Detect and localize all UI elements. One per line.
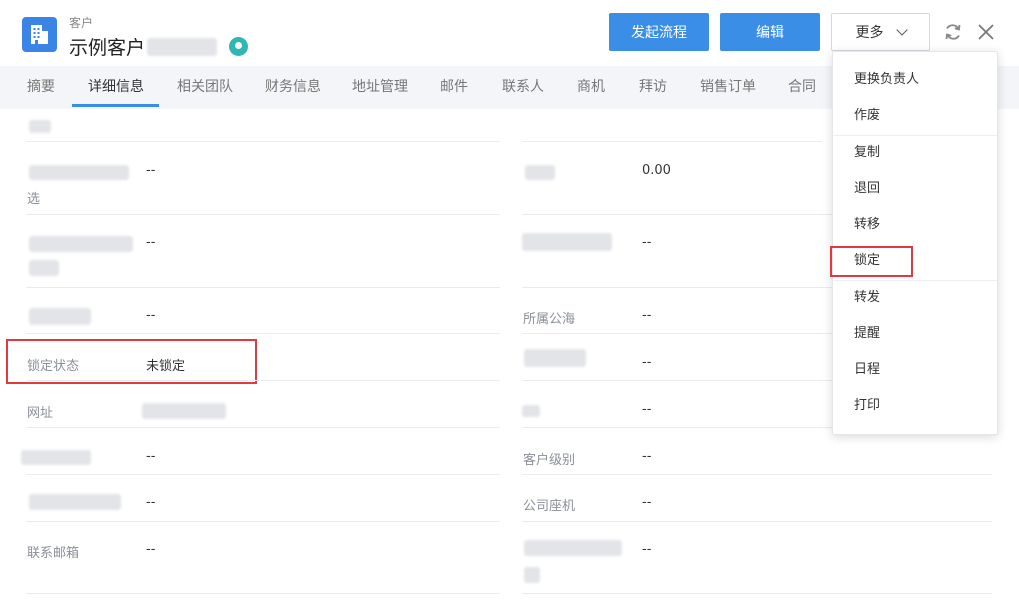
field-label: 选 xyxy=(27,192,41,207)
menu-item-transfer[interactable]: 转移 xyxy=(833,208,997,242)
field-value: -- xyxy=(146,308,156,323)
menu-item-void[interactable]: 作废 xyxy=(833,99,997,133)
chevron-down-icon xyxy=(895,24,908,36)
refresh-icon[interactable] xyxy=(943,22,963,42)
tab-contacts[interactable]: 联系人 xyxy=(502,66,544,109)
redacted-label xyxy=(522,405,540,417)
contact-email-label: 联系邮箱 xyxy=(27,546,80,561)
field-value: -- xyxy=(146,495,156,510)
building-icon xyxy=(22,17,57,52)
tab-visits[interactable]: 拜访 xyxy=(639,66,667,109)
menu-item-forward[interactable]: 转发 xyxy=(833,281,997,315)
redacted-title-suffix xyxy=(147,37,218,56)
title-row: 示例客户 xyxy=(69,33,249,60)
menu-item-reminder[interactable]: 提醒 xyxy=(833,317,997,351)
location-pin-icon[interactable] xyxy=(229,37,249,56)
field-value: -- xyxy=(642,542,652,557)
field-value: -- xyxy=(642,402,652,417)
object-type-label: 客户 xyxy=(69,16,94,30)
redacted-label xyxy=(21,450,91,465)
row-divider xyxy=(26,593,500,594)
tab-details[interactable]: 详细信息 xyxy=(88,66,144,109)
tab-contracts[interactable]: 合同 xyxy=(788,66,816,109)
tab-opportunities[interactable]: 商机 xyxy=(577,66,605,109)
contact-email-value: -- xyxy=(146,542,156,557)
redacted-label xyxy=(29,120,51,133)
menu-item-copy[interactable]: 复制 xyxy=(833,136,997,170)
row-divider xyxy=(522,474,992,475)
row-divider xyxy=(26,380,500,381)
row-divider xyxy=(522,593,992,594)
more-menu: 更换负责人 作废 复制 退回 转移 锁定 转发 提醒 日程 打印 xyxy=(830,51,998,435)
active-tab-indicator xyxy=(72,104,159,107)
redacted-website-value xyxy=(142,403,226,419)
company-phone-label: 公司座机 xyxy=(523,499,576,514)
row-divider xyxy=(26,214,500,215)
row-divider xyxy=(26,141,500,142)
start-flow-button[interactable]: 发起流程 xyxy=(609,13,709,51)
menu-item-return[interactable]: 退回 xyxy=(833,172,997,206)
lock-menu-highlight xyxy=(830,246,913,277)
tab-address[interactable]: 地址管理 xyxy=(352,66,408,109)
more-button-label: 更多 xyxy=(855,25,884,41)
row-divider xyxy=(26,474,500,475)
tab-related-team[interactable]: 相关团队 xyxy=(177,66,233,109)
website-label: 网址 xyxy=(27,406,54,421)
redacted-label xyxy=(29,494,121,510)
tab-summary[interactable]: 摘要 xyxy=(27,66,55,109)
row-divider xyxy=(26,427,500,428)
tab-email[interactable]: 邮件 xyxy=(440,66,468,109)
customer-level-label: 客户级别 xyxy=(523,453,576,468)
tab-finance[interactable]: 财务信息 xyxy=(265,66,321,109)
field-value: -- xyxy=(146,235,156,250)
menu-item-change-owner[interactable]: 更换负责人 xyxy=(833,63,997,97)
menu-item-print[interactable]: 打印 xyxy=(833,389,997,423)
row-divider xyxy=(522,521,992,522)
field-value: -- xyxy=(146,449,156,464)
record-title: 示例客户 xyxy=(69,37,146,59)
row-divider xyxy=(26,521,500,522)
redacted-label xyxy=(524,349,586,367)
more-button[interactable]: 更多 xyxy=(831,13,930,51)
field-value: 0.00 xyxy=(642,163,671,178)
redacted-label xyxy=(29,236,133,252)
public-sea-value: -- xyxy=(642,308,652,323)
customer-level-value: -- xyxy=(642,449,652,464)
edit-button[interactable]: 编辑 xyxy=(720,13,820,51)
field-value: -- xyxy=(146,163,156,178)
redacted-label xyxy=(29,260,59,276)
redacted-label xyxy=(525,165,555,180)
field-value: -- xyxy=(642,355,652,370)
redacted-label xyxy=(522,233,612,251)
row-divider xyxy=(26,333,500,334)
public-sea-label: 所属公海 xyxy=(523,312,576,327)
company-phone-value: -- xyxy=(642,495,652,510)
row-divider xyxy=(522,141,822,142)
row-divider xyxy=(26,287,500,288)
redacted-label xyxy=(524,567,540,583)
close-icon[interactable] xyxy=(976,22,996,42)
redacted-label xyxy=(29,165,129,180)
field-value: -- xyxy=(642,235,652,250)
redacted-label xyxy=(524,540,622,556)
menu-item-schedule[interactable]: 日程 xyxy=(833,353,997,387)
redacted-label xyxy=(29,308,91,325)
lock-status-highlight xyxy=(6,339,257,384)
tab-sales-orders[interactable]: 销售订单 xyxy=(700,66,756,109)
